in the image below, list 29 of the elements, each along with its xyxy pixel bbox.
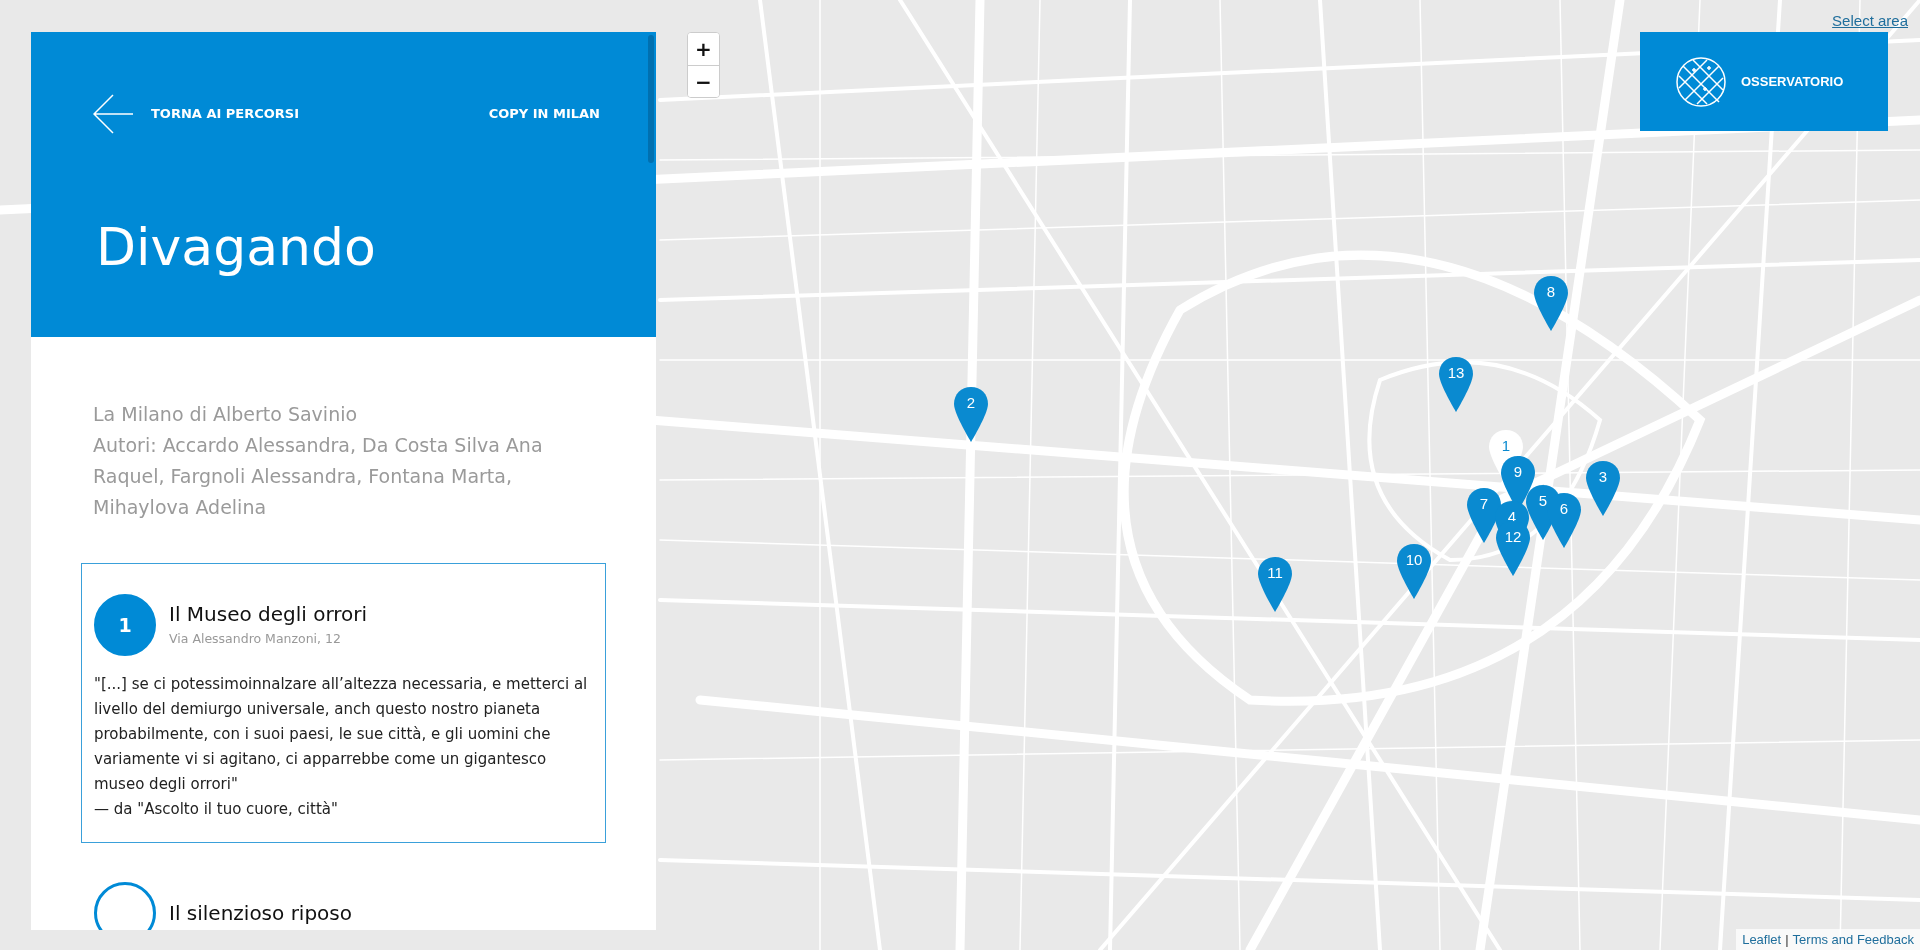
back-link[interactable]: TORNA AI PERCORSI bbox=[93, 94, 300, 134]
observatory-button[interactable]: OSSERVATORIO bbox=[1640, 32, 1888, 131]
stop-card[interactable] bbox=[81, 563, 606, 843]
map-marker[interactable]: 3 bbox=[1585, 460, 1621, 517]
scrollbar-thumb[interactable] bbox=[648, 35, 654, 163]
leaflet-link[interactable]: Leaflet bbox=[1742, 929, 1782, 949]
map-marker[interactable]: 10 bbox=[1396, 543, 1432, 600]
quote-source: — da "Ascolto il tuo cuore, città" bbox=[94, 799, 339, 820]
route-subtitle: La Milano di Alberto Savinio bbox=[93, 402, 359, 427]
stop-number: 1 bbox=[94, 594, 156, 656]
zoom-out-button[interactable]: − bbox=[688, 65, 719, 97]
map-marker[interactable]: 11 bbox=[1257, 556, 1293, 613]
select-area-link[interactable]: Select area bbox=[1832, 12, 1908, 29]
city-grid-icon bbox=[1675, 55, 1727, 108]
map-marker[interactable]: 2 bbox=[953, 386, 989, 443]
terms-link[interactable]: Terms and Feedback bbox=[1792, 929, 1914, 949]
route-authors: Autori: Accardo Alessandra, Da Costa Silva Ana Raquel, Fargnoli Alessandra, Fontana Marta, Mihaylova Adelina bbox=[93, 433, 544, 520]
city-link[interactable]: COPY IN MILAN bbox=[488, 104, 600, 124]
map-marker[interactable]: 8 bbox=[1533, 275, 1569, 332]
stop-title: Il silenzioso riposo bbox=[169, 901, 352, 925]
stop-quote: "[...] se ci potessimoinnalzare all’altezza necessaria, e metterci al livello del demiurgo universale, anch questo nostro pianeta probabilmente, con i suoi paesi, le sue città, e gli uomini che variamente vi si agitano, ci apparrebbe come un gigantesco museo degli orrori" bbox=[94, 674, 589, 795]
stop-address: Via Alessandro Manzoni, 12 bbox=[169, 629, 342, 648]
attribution-separator: | bbox=[1785, 930, 1789, 949]
route-title: Divagando bbox=[96, 216, 377, 279]
map-marker[interactable]: 7 bbox=[1466, 487, 1502, 544]
map-marker[interactable]: 12 bbox=[1495, 520, 1531, 577]
stop-title: Il Museo degli orrori bbox=[169, 601, 368, 626]
map-marker[interactable]: 13 bbox=[1438, 356, 1474, 413]
back-arrow-icon bbox=[93, 94, 133, 134]
